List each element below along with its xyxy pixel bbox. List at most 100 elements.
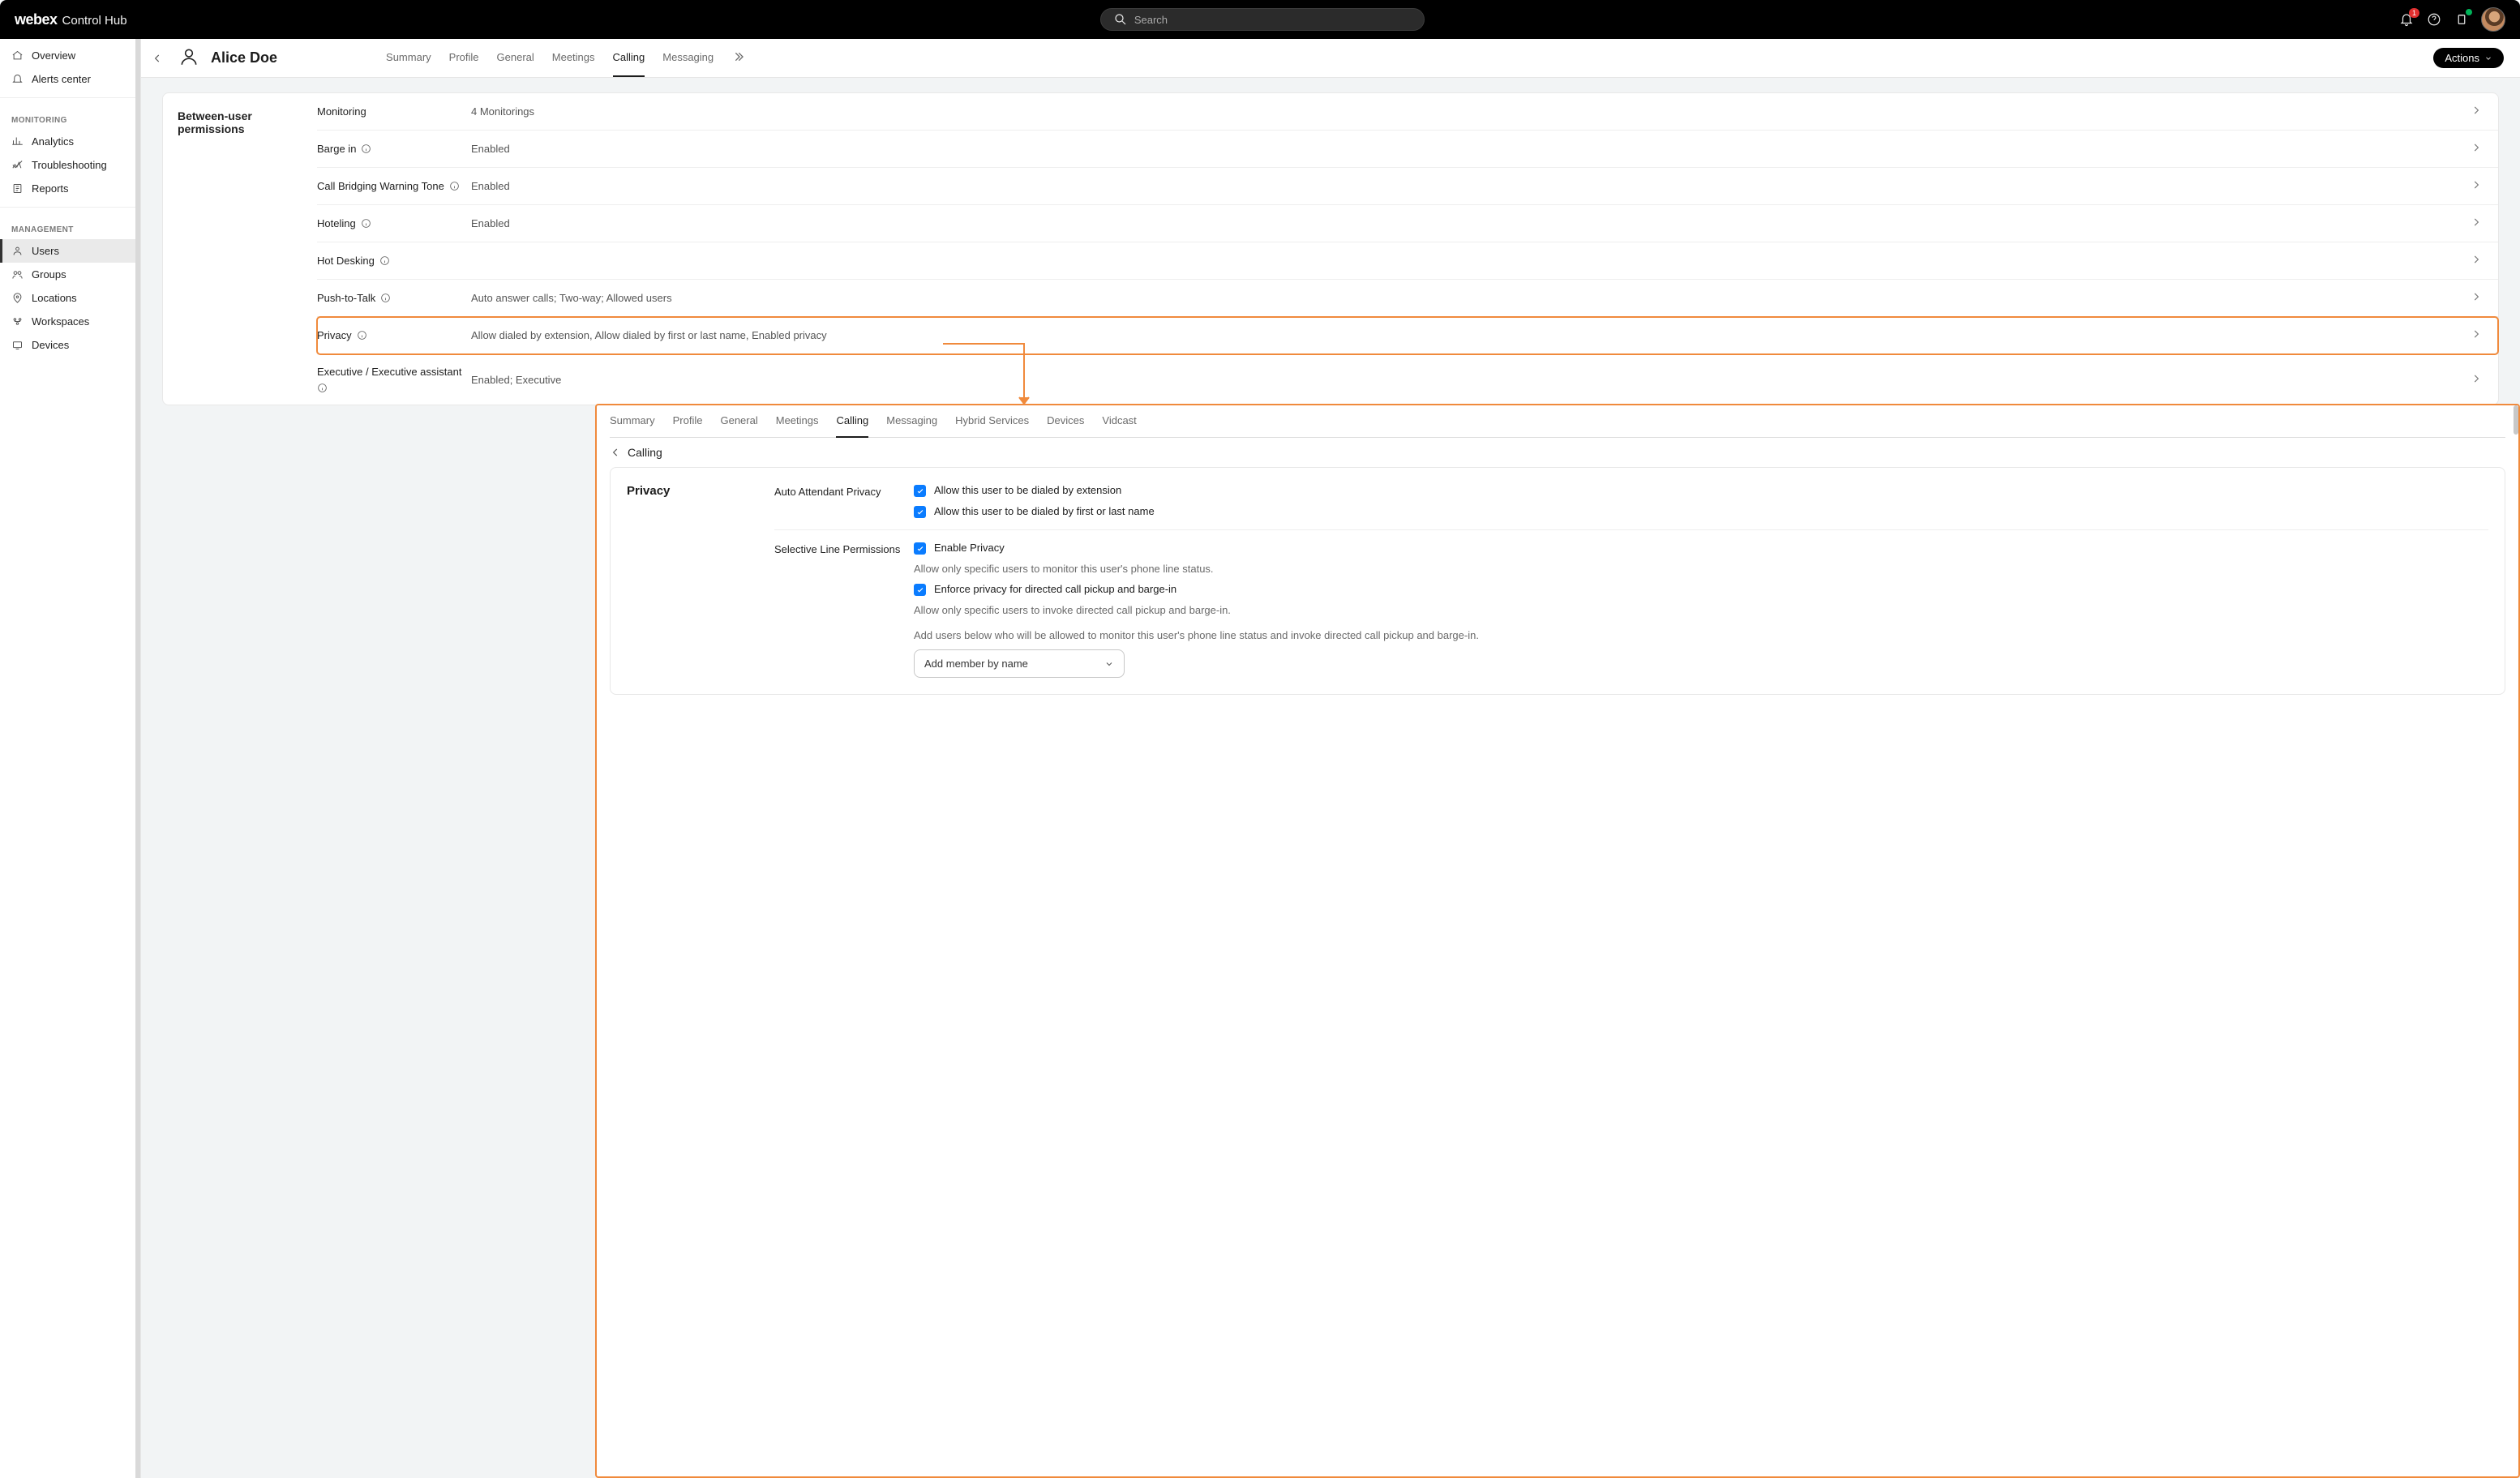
page-title: Alice Doe — [211, 49, 277, 66]
checkbox-enable-privacy[interactable] — [914, 542, 926, 555]
tab-hybrid-services[interactable]: Hybrid Services — [955, 405, 1029, 438]
info-icon[interactable] — [449, 181, 460, 191]
sidebar-item-label: Troubleshooting — [32, 159, 107, 171]
row-value: Enabled — [471, 180, 2471, 192]
user-header: Alice Doe Summary Profile General Meetin… — [141, 39, 2520, 78]
actions-button[interactable]: Actions — [2433, 48, 2504, 68]
tabs-more-icon[interactable] — [731, 50, 744, 66]
tab-devices[interactable]: Devices — [1047, 405, 1084, 438]
add-member-select[interactable]: Add member by name — [914, 649, 1125, 678]
row-label: Call Bridging Warning Tone — [317, 180, 444, 192]
sidebar-item-label: Locations — [32, 292, 77, 304]
checkbox-label: Enable Privacy — [934, 542, 1005, 554]
sidebar-header-monitoring: MONITORING — [0, 105, 140, 130]
help-text: Add users below who will be allowed to m… — [914, 629, 2488, 641]
tab-general[interactable]: General — [720, 405, 757, 438]
brand-logo: webex Control Hub — [15, 11, 127, 28]
user-tabs: Summary Profile General Meetings Calling… — [386, 39, 744, 77]
help-icon[interactable] — [2426, 11, 2442, 28]
row-push-to-talk[interactable]: Push-to-Talk Auto answer calls; Two-way;… — [317, 280, 2498, 317]
tab-vidcast[interactable]: Vidcast — [1102, 405, 1136, 438]
chevron-right-icon — [2471, 291, 2490, 305]
checkbox-row: Enable Privacy — [914, 542, 2488, 555]
tab-meetings[interactable]: Meetings — [552, 39, 595, 77]
row-hot-desking[interactable]: Hot Desking — [317, 242, 2498, 280]
row-barge-in[interactable]: Barge in Enabled — [317, 131, 2498, 168]
info-icon[interactable] — [317, 383, 328, 393]
help-text: Allow only specific users to monitor thi… — [914, 563, 2488, 575]
info-icon[interactable] — [380, 293, 391, 303]
sidebar-header-management: MANAGEMENT — [0, 214, 140, 239]
row-value: 4 Monitorings — [471, 105, 2471, 118]
info-icon[interactable] — [379, 255, 390, 266]
tab-calling[interactable]: Calling — [836, 405, 868, 438]
search-icon — [1112, 11, 1128, 28]
row-label: Barge in — [317, 143, 356, 155]
search-input[interactable] — [1134, 14, 1412, 26]
clipboard-icon[interactable] — [2454, 11, 2470, 28]
tab-summary[interactable]: Summary — [386, 39, 431, 77]
sidebar-item-groups[interactable]: Groups — [0, 263, 140, 286]
tab-meetings[interactable]: Meetings — [776, 405, 819, 438]
checkbox-dial-by-name[interactable] — [914, 506, 926, 518]
row-label: Executive / Executive assistant — [317, 366, 461, 378]
chevron-down-icon — [2484, 54, 2492, 62]
info-icon[interactable] — [361, 218, 371, 229]
sidebar-item-overview[interactable]: Overview — [0, 44, 140, 67]
sidebar-item-label: Reports — [32, 182, 69, 195]
privacy-detail-panel: Summary Profile General Meetings Calling… — [595, 404, 2520, 1478]
permissions-card: Between-user permissions Monitoring 4 Mo… — [162, 92, 2499, 405]
row-privacy[interactable]: Privacy Allow dialed by extension, Allow… — [317, 317, 2498, 354]
checkbox-label: Allow this user to be dialed by first or… — [934, 505, 1155, 517]
checkbox-enforce-privacy[interactable] — [914, 584, 926, 596]
detail-scrollbar[interactable] — [2514, 405, 2518, 435]
detail-tabs: Summary Profile General Meetings Calling… — [610, 405, 2505, 438]
tab-summary[interactable]: Summary — [610, 405, 655, 438]
sidebar-item-label: Users — [32, 245, 59, 257]
row-value: Enabled — [471, 143, 2471, 155]
card-title: Between-user permissions — [163, 93, 317, 405]
avatar[interactable] — [2481, 7, 2505, 32]
topbar-right: 1 — [2398, 7, 2505, 32]
row-executive[interactable]: Executive / Executive assistant Enabled;… — [317, 354, 2498, 405]
row-label: Hot Desking — [317, 255, 375, 267]
sidebar-item-troubleshooting[interactable]: Troubleshooting — [0, 153, 140, 177]
sidebar-item-alerts[interactable]: Alerts center — [0, 67, 140, 91]
sidebar-item-reports[interactable]: Reports — [0, 177, 140, 200]
chevron-right-icon — [2471, 216, 2490, 230]
tab-messaging[interactable]: Messaging — [662, 39, 714, 77]
row-label: Hoteling — [317, 217, 356, 229]
row-call-bridging[interactable]: Call Bridging Warning Tone Enabled — [317, 168, 2498, 205]
info-icon[interactable] — [361, 144, 371, 154]
tab-messaging[interactable]: Messaging — [886, 405, 937, 438]
sidebar-item-users[interactable]: Users — [0, 239, 140, 263]
divider — [774, 529, 2488, 530]
checkbox-row: Enforce privacy for directed call pickup… — [914, 583, 2488, 596]
back-button[interactable] — [148, 49, 167, 68]
tab-profile[interactable]: Profile — [673, 405, 703, 438]
sidebar-item-devices[interactable]: Devices — [0, 333, 140, 357]
bell-icon[interactable]: 1 — [2398, 11, 2415, 28]
checkbox-dial-by-extension[interactable] — [914, 485, 926, 497]
chevron-right-icon — [2471, 328, 2490, 342]
add-member-label: Add member by name — [924, 658, 1028, 670]
tab-general[interactable]: General — [497, 39, 534, 77]
sidebar-item-locations[interactable]: Locations — [0, 286, 140, 310]
row-hoteling[interactable]: Hoteling Enabled — [317, 205, 2498, 242]
row-monitoring[interactable]: Monitoring 4 Monitorings — [317, 93, 2498, 131]
top-bar: webex Control Hub 1 — [0, 0, 2520, 39]
search-box[interactable] — [1100, 8, 1425, 31]
breadcrumb-label: Calling — [628, 446, 662, 459]
tab-profile[interactable]: Profile — [449, 39, 479, 77]
row-label: Monitoring — [317, 105, 366, 118]
sidebar-scrollbar[interactable] — [135, 39, 140, 1478]
sidebar-item-workspaces[interactable]: Workspaces — [0, 310, 140, 333]
user-icon — [178, 46, 199, 70]
info-icon[interactable] — [357, 330, 367, 341]
chevron-right-icon — [2471, 142, 2490, 156]
sidebar-item-label: Analytics — [32, 135, 74, 148]
tab-calling[interactable]: Calling — [613, 39, 645, 77]
sidebar-divider — [0, 207, 140, 208]
sidebar-item-analytics[interactable]: Analytics — [0, 130, 140, 153]
breadcrumb[interactable]: Calling — [610, 438, 2505, 467]
